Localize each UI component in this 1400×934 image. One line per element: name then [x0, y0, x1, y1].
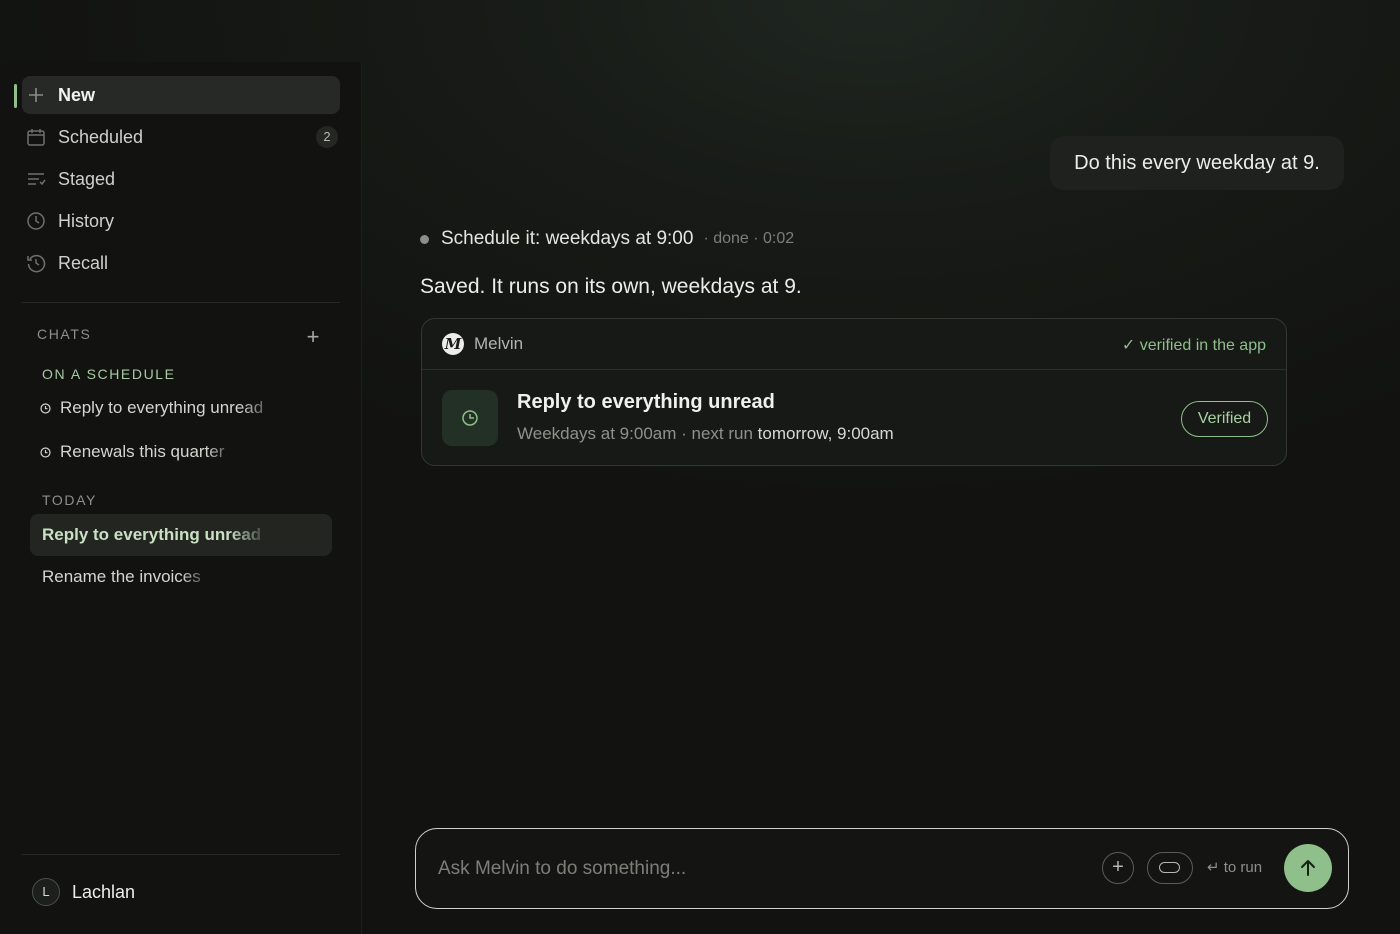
- scheduled-chat-item[interactable]: Reply to everything unread: [30, 387, 332, 429]
- nav-recall[interactable]: Recall: [22, 244, 340, 282]
- task-schedule: Weekdays at 9:00am · next run tomorrow, …: [517, 424, 894, 444]
- pill-icon: [1159, 862, 1180, 873]
- nav-label: Scheduled: [58, 127, 144, 147]
- task-schedule-text: Weekdays at 9:00am · next run: [517, 424, 753, 443]
- user-name: Lachlan: [72, 881, 136, 902]
- scheduled-count-badge: 2: [316, 126, 338, 148]
- step-text: Schedule it: weekdays at 9:00: [441, 228, 694, 249]
- nav-scheduled[interactable]: Scheduled 2: [22, 118, 340, 156]
- sidebar-divider: [22, 854, 340, 855]
- staged-list-icon: [26, 169, 46, 189]
- user-message-bubble: Do this every weekday at 9.: [1050, 136, 1344, 190]
- chat-title: Reply to everything unread: [42, 525, 262, 544]
- nav-label: New: [58, 85, 96, 105]
- verified-status-badge[interactable]: Verified: [1181, 401, 1268, 437]
- step-meta: · done · 0:02: [703, 230, 795, 247]
- new-chat-button[interactable]: +: [302, 326, 324, 348]
- step-status-dot: [420, 234, 429, 244]
- sidebar-divider: [22, 302, 340, 303]
- scheduled-task-card: M Melvin ✓ verified in the app Reply to …: [421, 318, 1287, 466]
- user-profile[interactable]: L Lachlan: [32, 878, 135, 906]
- scheduled-chat-item[interactable]: Renewals this quarter: [30, 431, 332, 473]
- nav-label: History: [58, 211, 115, 231]
- enter-hint: ↵ to run: [1207, 859, 1263, 876]
- plus-icon: [26, 85, 46, 105]
- chats-heading: CHATS: [37, 326, 92, 342]
- send-button[interactable]: [1284, 844, 1332, 892]
- task-title: Reply to everything unread: [517, 391, 775, 413]
- schedule-heading: ON A SCHEDULE: [42, 366, 176, 382]
- clock-icon: [40, 447, 51, 458]
- clock-icon: [442, 390, 498, 446]
- attach-button[interactable]: +: [1102, 852, 1134, 884]
- nav-label: Staged: [58, 169, 116, 189]
- today-heading: TODAY: [42, 492, 97, 508]
- chat-title: Renewals this quarter: [60, 442, 225, 461]
- arrow-up-icon: [1301, 860, 1315, 876]
- avatar: L: [32, 878, 60, 906]
- clock-icon: [40, 403, 51, 414]
- clock-icon: [26, 211, 46, 231]
- composer: + ↵ to run: [415, 828, 1349, 909]
- chat-title: Reply to everything unread: [60, 398, 264, 417]
- verified-note: ✓ verified in the app: [1121, 337, 1266, 354]
- nav-new[interactable]: New: [14, 76, 340, 114]
- today-chat-item-active[interactable]: Reply to everything unread: [30, 514, 332, 556]
- nav-history[interactable]: History: [22, 202, 340, 240]
- sidebar: New Scheduled 2 Staged History Recall CH…: [0, 62, 362, 934]
- app-window: New Scheduled 2 Staged History Recall CH…: [0, 0, 1400, 934]
- brand-name: Melvin: [474, 334, 524, 353]
- calendar-icon: [26, 127, 46, 147]
- chat-title: Rename the invoices: [42, 567, 201, 586]
- nav-label: Recall: [58, 253, 109, 273]
- nav-staged[interactable]: Staged: [22, 160, 340, 198]
- agent-step: Schedule it: weekdays at 9:00 · done · 0…: [420, 228, 794, 250]
- assistant-reply: Saved. It runs on its own, weekdays at 9…: [420, 275, 802, 298]
- today-chat-item[interactable]: Rename the invoices: [30, 556, 332, 598]
- history-rewind-icon: [26, 253, 46, 273]
- mode-toggle-button[interactable]: [1147, 852, 1193, 884]
- melvin-logo: M: [442, 333, 464, 355]
- active-indicator: [14, 84, 17, 108]
- task-next-run: tomorrow, 9:00am: [757, 424, 894, 443]
- card-header: M Melvin ✓ verified in the app: [422, 319, 1286, 370]
- prompt-input[interactable]: [438, 855, 1078, 883]
